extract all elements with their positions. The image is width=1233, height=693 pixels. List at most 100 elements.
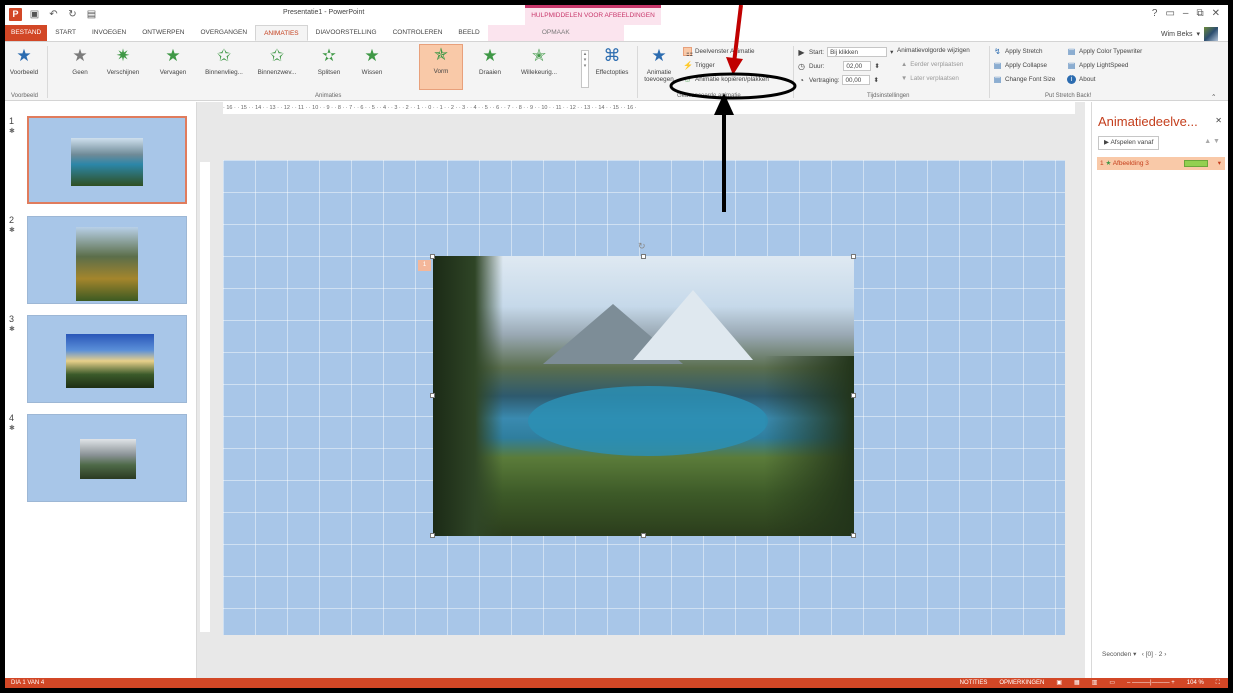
group-separator <box>989 46 990 98</box>
restore-icon[interactable]: ⧉ <box>1196 8 1203 19</box>
duration-input[interactable]: 02,00 <box>843 61 872 71</box>
trigger-button[interactable]: ⚡ Trigger <box>683 61 715 70</box>
selected-picture-lake[interactable] <box>433 256 854 536</box>
vertical-ruler <box>200 162 210 632</box>
resize-handle[interactable] <box>430 533 435 538</box>
thumbnail-image <box>71 138 143 186</box>
slide-thumbnail-1[interactable] <box>27 116 187 204</box>
tab-animations[interactable]: ANIMATIES <box>255 25 308 41</box>
move-later-button[interactable]: ▼ Later verplaatsen <box>901 75 959 82</box>
tab-view[interactable]: BEELD <box>450 25 487 41</box>
gallery-scroll[interactable]: ▴ ▾ ▾ <box>581 50 589 88</box>
chevron-down-icon[interactable]: ▾ <box>890 49 893 56</box>
ribbon: ★ Voorbeeld Voorbeeld ★ Geen ✷ Verschijn… <box>5 41 1228 101</box>
apply-stretch-button[interactable]: ↯ Apply Stretch <box>993 47 1042 56</box>
view-reading-icon[interactable]: ▥ <box>1092 678 1098 688</box>
effect-split-button[interactable]: ✫ Splitsen <box>309 46 349 76</box>
tab-insert[interactable]: INVOEGEN <box>84 25 134 41</box>
about-button[interactable]: i About <box>1067 75 1095 84</box>
collapse-ribbon-icon[interactable]: ⌃ <box>1211 94 1216 101</box>
effect-none-label: Geen <box>72 69 88 76</box>
tab-file[interactable]: BESTAND <box>5 25 48 41</box>
resize-handle[interactable] <box>641 533 646 538</box>
delay-input[interactable]: 00,00 <box>842 75 871 85</box>
reorder-arrows-icon[interactable]: ▲ ▼ <box>1204 138 1220 145</box>
slide-thumbnail-2[interactable] <box>27 216 187 304</box>
view-sorter-icon[interactable]: ▦ <box>1074 678 1080 688</box>
animation-painter-button[interactable]: ✩ Animatie kopiëren/plakken <box>683 75 769 84</box>
add-animation-button[interactable]: ★ Animatie toevoegen <box>639 46 679 83</box>
view-slideshow-icon[interactable]: ▭ <box>1109 678 1115 688</box>
view-normal-icon[interactable]: ▣ <box>1056 678 1062 688</box>
effect-fade-label: Vervagen <box>159 69 187 76</box>
resize-handle[interactable] <box>641 254 646 259</box>
apply-typewriter-button[interactable]: ▤ Apply Color Typewriter <box>1067 47 1143 56</box>
effect-shape-label: Vorm <box>433 68 449 75</box>
resize-handle[interactable] <box>851 393 856 398</box>
start-select[interactable]: Bij klikken <box>827 47 888 57</box>
animation-pane-button[interactable]: ⚏ Deelvenster Animatie <box>683 47 755 58</box>
effect-shape-button[interactable]: ✯ Vorm <box>419 44 463 90</box>
help-icon[interactable]: ? <box>1152 8 1158 19</box>
save-icon[interactable]: ▣ <box>28 8 41 21</box>
spinner-icon[interactable]: ⬍ <box>873 77 878 84</box>
tab-design[interactable]: ONTWERPEN <box>134 25 192 41</box>
resize-handle[interactable] <box>851 533 856 538</box>
star-float-in-icon: ✩ <box>269 46 285 65</box>
group-label-preview: Voorbeeld <box>11 93 39 99</box>
animation-order-tag[interactable]: 1 <box>418 260 431 271</box>
preview-button[interactable]: ★ Voorbeeld <box>7 46 41 76</box>
effect-appear-button[interactable]: ✷ Verschijnen <box>101 46 145 76</box>
slide-number: 3 <box>9 314 15 324</box>
clock-icon: ◷ <box>798 61 805 71</box>
animation-list-item[interactable]: 1 ★ Afbeelding 3 ▾ <box>1097 157 1225 170</box>
tab-format[interactable]: OPMAAK <box>487 25 624 41</box>
user-account[interactable]: Wim Beks ▾ <box>1161 27 1218 41</box>
change-font-size-button[interactable]: ▤ Change Font Size <box>993 75 1056 84</box>
tab-review[interactable]: CONTROLEREN <box>385 25 451 41</box>
play-from-button[interactable]: ▶ Afspelen vanaf <box>1098 136 1160 150</box>
chevron-down-icon[interactable]: ▾ <box>1218 157 1221 170</box>
notes-button[interactable]: NOTITIES <box>960 678 988 688</box>
effect-none-button[interactable]: ★ Geen <box>63 46 97 76</box>
slide-thumbnail-4[interactable] <box>27 414 187 502</box>
apply-lightspeed-button[interactable]: ▤ Apply LightSpeed <box>1067 61 1129 70</box>
tab-transitions[interactable]: OVERGANGEN <box>193 25 256 41</box>
effect-wheel-button[interactable]: ★ Draaien <box>471 46 509 76</box>
close-icon[interactable]: ✕ <box>1215 116 1222 125</box>
redo-icon[interactable]: ↻ <box>66 8 79 21</box>
zoom-slider[interactable]: – ———|——— + <box>1127 678 1175 688</box>
ribbon-display-icon[interactable]: ▭ <box>1165 8 1174 19</box>
apply-collapse-button[interactable]: ▤ Apply Collapse <box>993 61 1047 70</box>
start-row: ▶ Start: Bij klikken ▾ <box>797 47 893 57</box>
apply-lightspeed-label: Apply LightSpeed <box>1079 62 1129 69</box>
group-label-animations: Animaties <box>315 93 342 99</box>
minimize-icon[interactable]: – <box>1183 8 1189 19</box>
effect-float-in-button[interactable]: ✩ Binnenzwev... <box>251 46 303 76</box>
presentation-icon[interactable]: ▤ <box>85 8 98 21</box>
slide-thumbnail-3[interactable] <box>27 315 187 403</box>
effect-fly-in-label: Binnenvlieg... <box>205 69 243 76</box>
tab-start[interactable]: START <box>47 25 84 41</box>
zoom-level[interactable]: 104 % <box>1187 678 1204 688</box>
effect-fade-button[interactable]: ★ Vervagen <box>153 46 193 76</box>
trigger-label: Trigger <box>695 62 715 69</box>
resize-handle[interactable] <box>851 254 856 259</box>
fit-to-window-icon[interactable]: ⛶ <box>1216 678 1220 688</box>
effect-wipe-button[interactable]: ★ Wissen <box>353 46 391 76</box>
effect-random-button[interactable]: ✭ Willekeurig... <box>511 46 567 76</box>
effect-float-in-label: Binnenzwev... <box>257 69 297 76</box>
effect-options-button[interactable]: ⌘ Effectopties <box>591 46 633 76</box>
resize-handle[interactable] <box>430 254 435 259</box>
duration-label: Duur: <box>809 62 825 70</box>
comments-button[interactable]: OPMERKINGEN <box>999 678 1044 688</box>
animation-marker-icon: ✱ <box>9 326 15 333</box>
spinner-icon[interactable]: ⬍ <box>874 63 879 70</box>
close-icon[interactable]: ✕ <box>1212 8 1220 19</box>
duration-row: ◷ Duur: 02,00 ⬍ <box>797 61 880 71</box>
effect-fly-in-button[interactable]: ✩ Binnenvlieg... <box>197 46 251 76</box>
undo-icon[interactable]: ↶ <box>47 8 60 21</box>
move-earlier-button[interactable]: ▲ Eerder verplaatsen <box>901 61 963 68</box>
tab-slideshow[interactable]: DIAVOORSTELLING <box>308 25 385 41</box>
resize-handle[interactable] <box>430 393 435 398</box>
